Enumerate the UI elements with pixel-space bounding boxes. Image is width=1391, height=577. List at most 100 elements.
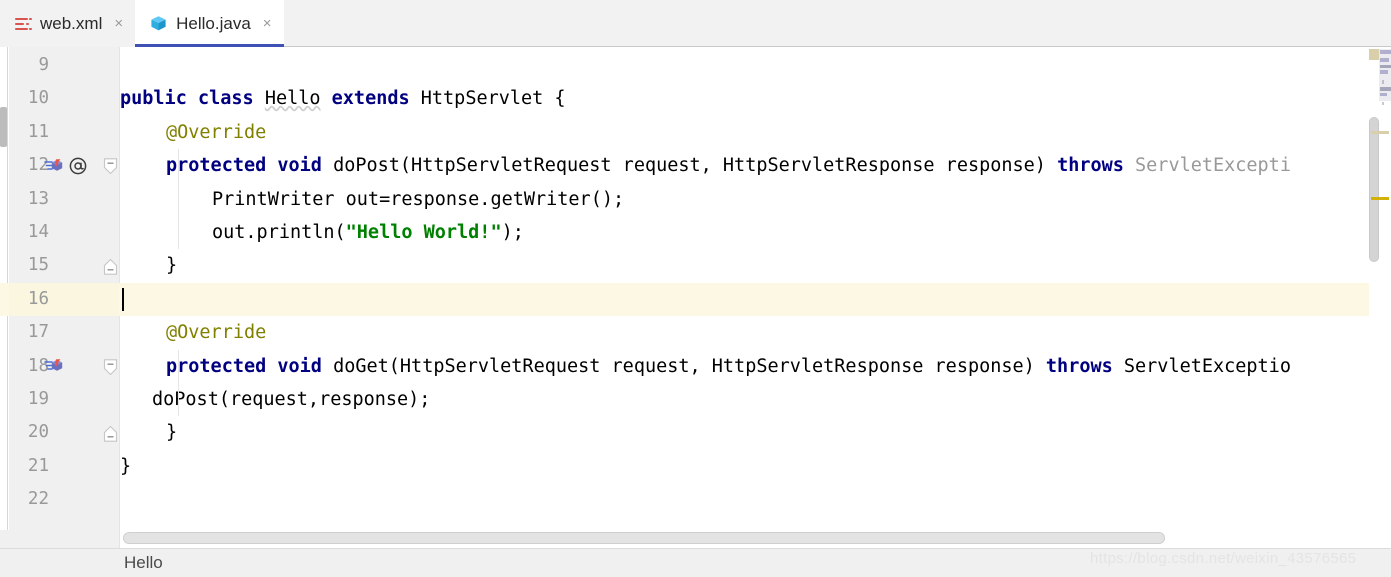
code-text: } (166, 416, 177, 449)
scrollbar-marker[interactable] (1371, 197, 1389, 200)
code-text: protected void doGet(HttpServletRequest … (166, 350, 1291, 383)
code-text: @Override (166, 116, 266, 149)
code-token: throws (1045, 355, 1113, 377)
minimap-highlight-block (1369, 49, 1379, 60)
code-editor[interactable]: 9 10 public class Hello extends HttpServle… (0, 47, 1391, 530)
code-token: doPost(request,response); (152, 389, 431, 410)
line-number: 11 (27, 121, 49, 142)
code-token: @Override (166, 121, 267, 143)
code-text: } (166, 249, 177, 282)
code-text: @Override (166, 316, 266, 349)
code-token: extends (331, 88, 410, 110)
line-number: 17 (27, 322, 49, 343)
code-line[interactable]: 21} (0, 450, 1391, 483)
gutter-row[interactable]: 16 (9, 282, 119, 317)
code-token: PrintWriter out=response.getWriter(); (212, 188, 625, 210)
code-token: HttpServlet { (409, 88, 566, 110)
code-line[interactable]: 9 (0, 49, 1391, 82)
vertical-scrollbar-track[interactable] (1369, 113, 1385, 530)
code-line-current[interactable]: 16 (0, 282, 1391, 317)
code-token: protected (166, 355, 267, 377)
editor-tab-web-xml[interactable]: web.xml × (0, 0, 136, 47)
gutter-row[interactable]: 17 (9, 316, 119, 349)
minimap-line (1382, 102, 1384, 105)
code-token: } (120, 455, 132, 477)
editor-tab-hello-java[interactable]: Hello.java × (135, 0, 284, 47)
code-line[interactable]: 15} (0, 249, 1391, 282)
vertical-scrollbar-thumb[interactable] (1369, 117, 1379, 262)
code-token: } (166, 422, 178, 444)
line-number: 20 (27, 422, 49, 443)
horizontal-scrollbar-thumb[interactable] (123, 532, 1165, 544)
xml-file-icon (14, 16, 32, 32)
annotation-at-icon[interactable] (68, 156, 88, 176)
code-line[interactable]: 10 public class Hello extends HttpServlet… (0, 82, 1391, 115)
line-number: 15 (27, 255, 49, 276)
scrollbar-marker[interactable] (1371, 131, 1389, 134)
code-line[interactable]: 13 PrintWriter out=response.getWriter(); (0, 183, 1391, 216)
code-line[interactable]: 19 doPost(request,response); (0, 383, 1391, 416)
code-minimap[interactable] (1369, 47, 1391, 109)
close-icon[interactable]: × (114, 16, 123, 31)
line-number: 14 (27, 222, 49, 242)
line-number: 19 (27, 389, 49, 409)
editor-tab-label: web.xml (40, 13, 103, 33)
code-fold-collapse-icon[interactable] (103, 358, 118, 376)
close-icon[interactable]: × (263, 16, 272, 31)
gutter-row[interactable]: 11 (9, 116, 119, 149)
code-token: ServletExcepti (1135, 155, 1291, 177)
code-token: @Override (166, 322, 267, 344)
minimap-line (1380, 58, 1389, 62)
code-text: protected void doPost(HttpServletRequest… (166, 149, 1291, 182)
code-token: } (166, 255, 178, 277)
code-token: void (277, 355, 322, 377)
gutter-icon-group (44, 149, 88, 182)
line-number: 22 (27, 489, 49, 510)
code-token: doGet(HttpServletRequest request, HttpSe… (321, 355, 1046, 377)
gutter-row[interactable]: 9 (9, 49, 119, 82)
line-number: 10 (27, 88, 49, 109)
code-token: "Hello World!" (345, 222, 502, 243)
override-method-icon[interactable] (44, 156, 64, 176)
code-text: } (120, 450, 131, 483)
code-line[interactable]: 18 protected void doGet(HttpServletReques… (0, 350, 1391, 383)
gutter-row[interactable]: 14 (9, 216, 119, 249)
editor-right-rail[interactable] (1369, 47, 1391, 530)
line-number: 9 (38, 55, 49, 75)
minimap-line (1380, 65, 1391, 68)
code-line[interactable]: 11 @Override (0, 116, 1391, 149)
line-number: 12 (27, 155, 49, 176)
code-token: throws (1057, 155, 1124, 177)
code-token: Hello (264, 88, 321, 110)
code-text: public class Hello extends HttpServlet { (120, 82, 566, 115)
code-token: out.println( (212, 222, 346, 243)
code-line[interactable]: 20} (0, 416, 1391, 449)
code-line[interactable]: 14 out.println("Hello World!"); (0, 216, 1391, 249)
line-number: 21 (27, 455, 49, 476)
text-caret (122, 287, 124, 311)
gutter-row[interactable]: 19 (9, 383, 119, 416)
code-token: doPost(HttpServletRequest request, HttpS… (321, 155, 1058, 177)
gutter-row[interactable]: 13 (9, 183, 119, 216)
gutter-row[interactable]: 21 (9, 450, 119, 483)
gutter-row[interactable]: 10 (9, 82, 119, 115)
code-line[interactable]: 17 @Override (0, 316, 1391, 349)
gutter-row[interactable]: 22 (9, 483, 119, 516)
code-fold-collapse-icon[interactable] (103, 158, 118, 175)
code-text: doPost(request,response); (152, 383, 430, 416)
breadcrumb[interactable]: Hello (124, 548, 163, 577)
watermark-text: https://blog.csdn.net/weixin_43576565 (1090, 550, 1357, 567)
override-method-icon[interactable] (44, 356, 64, 376)
code-fold-end-icon[interactable] (103, 258, 118, 276)
minimap-line (1380, 50, 1391, 54)
code-line[interactable]: 22 (0, 483, 1391, 516)
line-number: 13 (27, 188, 49, 209)
code-fold-end-icon[interactable] (103, 425, 118, 443)
code-line[interactable]: 12 protected void doPost(HttpServletReque… (0, 149, 1391, 182)
editor-tab-label: Hello.java (176, 13, 251, 33)
code-token: class (197, 88, 254, 110)
